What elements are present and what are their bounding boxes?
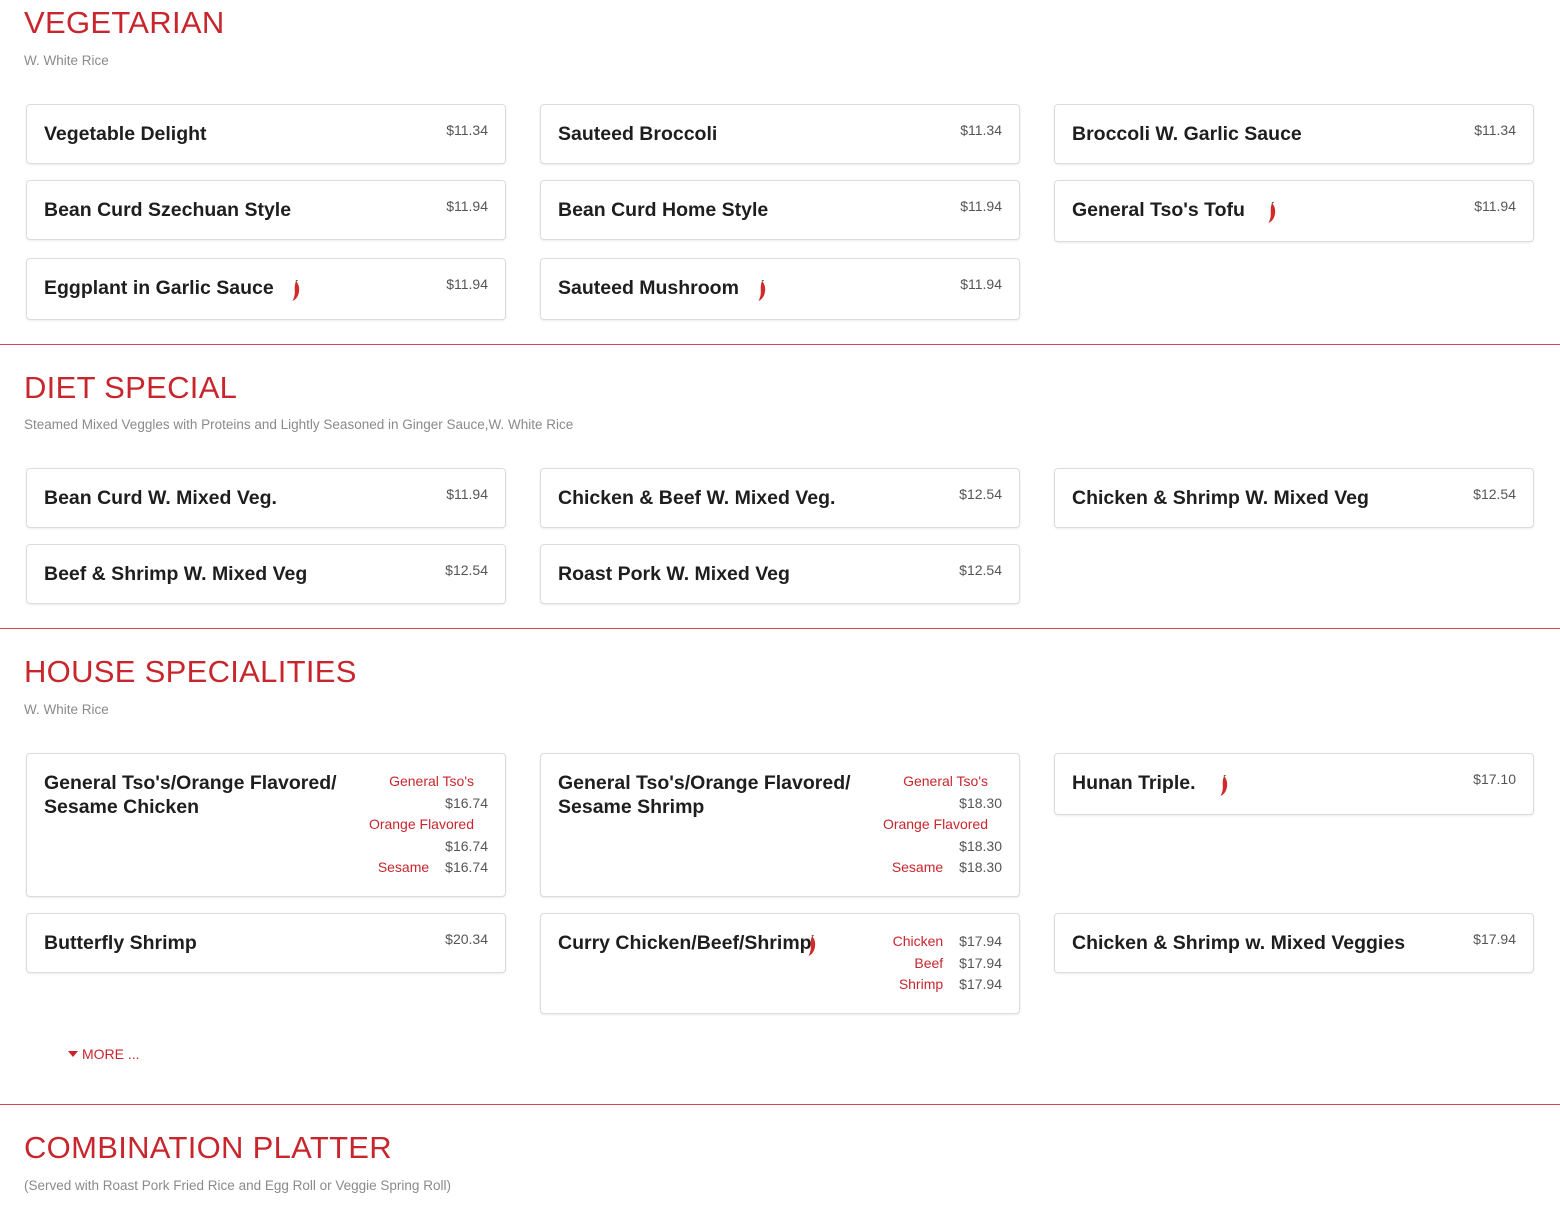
menu-item-card[interactable]: Roast Pork W. Mixed Veg $12.54 bbox=[540, 544, 1020, 604]
item-name: Butterfly Shrimp bbox=[44, 932, 197, 954]
menu-item-card[interactable]: Bean Curd Home Style $11.94 bbox=[540, 180, 1020, 240]
item-price: $11.94 bbox=[1474, 198, 1516, 214]
menu-item-card[interactable]: Hunan Triple. $17.10 bbox=[1054, 753, 1534, 815]
item-price: $11.94 bbox=[960, 198, 1002, 214]
item-name: Vegetable Delight bbox=[44, 123, 207, 145]
item-name: Chicken & Shrimp w. Mixed Veggies bbox=[1072, 932, 1406, 954]
item-price: $11.34 bbox=[446, 122, 488, 138]
menu-item-card[interactable]: Bean Curd Szechuan Style $11.94 bbox=[26, 180, 506, 240]
chili-pepper-icon bbox=[1266, 202, 1280, 224]
menu-item-card[interactable]: General Tso's Tofu $11.94 bbox=[1054, 180, 1534, 242]
option-price: $16.74 bbox=[445, 859, 488, 875]
section-house-specialities: HOUSE SPECIALITIES W. White Rice General… bbox=[0, 629, 1560, 1104]
section-vegetarian: VEGETARIAN W. White Rice Vegetable Delig… bbox=[0, 0, 1560, 344]
option-price: $17.94 bbox=[959, 976, 1002, 992]
menu-item-card[interactable]: General Tso's/Orange Flavored/ Sesame Ch… bbox=[26, 753, 506, 897]
chili-pepper-icon bbox=[806, 935, 820, 957]
option-label: Orange Flavored bbox=[368, 816, 474, 832]
item-price: $17.94 bbox=[1473, 931, 1516, 947]
item-price: $12.54 bbox=[959, 562, 1002, 578]
option-label: Shrimp bbox=[898, 976, 944, 992]
item-name: Broccoli W. Garlic Sauce bbox=[1072, 123, 1302, 145]
item-price: $11.94 bbox=[446, 276, 488, 292]
chili-pepper-icon bbox=[290, 280, 304, 302]
option-label: General Tso's bbox=[903, 773, 988, 789]
option-label: Orange Flavored bbox=[882, 816, 988, 832]
section-combination-platter: COMBINATION PLATTER (Served with Roast P… bbox=[0, 1105, 1560, 1221]
chili-pepper-icon bbox=[756, 280, 770, 302]
menu-item-card[interactable]: Vegetable Delight $11.34 bbox=[26, 104, 506, 164]
section-title: HOUSE SPECIALITIES bbox=[24, 654, 357, 689]
section-title: VEGETARIAN bbox=[24, 5, 225, 40]
item-name: Chicken & Shrimp W. Mixed Veg bbox=[1072, 487, 1369, 509]
option-price: $18.30 bbox=[959, 794, 1002, 811]
price-options: Chicken $17.94 Beef $17.94 Shrimp $17.94 bbox=[893, 931, 1002, 996]
section-title: DIET SPECIAL bbox=[24, 370, 238, 405]
option-price: $18.30 bbox=[959, 859, 1002, 875]
more-label: MORE ... bbox=[82, 1046, 140, 1062]
menu-item-card[interactable]: Eggplant in Garlic Sauce $11.94 bbox=[26, 258, 506, 320]
item-name: Roast Pork W. Mixed Veg bbox=[558, 563, 790, 585]
menu-item-card[interactable]: Butterfly Shrimp $20.34 bbox=[26, 913, 506, 973]
section-diet-special: DIET SPECIAL Steamed Mixed Veggles with … bbox=[0, 345, 1560, 628]
menu-item-card[interactable]: Sauteed Broccoli $11.34 bbox=[540, 104, 1020, 164]
menu-item-card[interactable]: Sauteed Mushroom $11.94 bbox=[540, 258, 1020, 320]
option-label: General Tso's bbox=[389, 773, 474, 789]
option-price: $18.30 bbox=[959, 837, 1002, 854]
item-price: $12.54 bbox=[1473, 486, 1516, 502]
item-name: General Tso's/Orange Flavored/ Sesame Ch… bbox=[44, 772, 337, 818]
item-price: $11.94 bbox=[446, 486, 488, 502]
item-price: $11.34 bbox=[960, 122, 1002, 138]
menu-item-card[interactable]: Chicken & Beef W. Mixed Veg. $12.54 bbox=[540, 468, 1020, 528]
item-price: $17.10 bbox=[1473, 771, 1516, 787]
item-name: Eggplant in Garlic Sauce bbox=[44, 277, 274, 299]
menu-item-card[interactable]: Chicken & Shrimp W. Mixed Veg $12.54 bbox=[1054, 468, 1534, 528]
option-price: $16.74 bbox=[445, 837, 488, 854]
item-name: Sauteed Mushroom bbox=[558, 277, 739, 299]
item-name: General Tso's Tofu bbox=[1072, 199, 1245, 221]
menu-item-card[interactable]: Broccoli W. Garlic Sauce $11.34 bbox=[1054, 104, 1534, 164]
item-price: $12.54 bbox=[959, 486, 1002, 502]
item-name: Sauteed Broccoli bbox=[558, 123, 718, 145]
option-label: Sesame bbox=[891, 859, 944, 875]
menu-item-card[interactable]: Chicken & Shrimp w. Mixed Veggies $17.94 bbox=[1054, 913, 1534, 973]
section-subtitle: W. White Rice bbox=[24, 53, 109, 68]
item-name: Bean Curd W. Mixed Veg. bbox=[44, 487, 277, 509]
item-price: $11.94 bbox=[960, 276, 1002, 292]
option-label: Beef bbox=[914, 954, 944, 971]
item-price: $11.34 bbox=[1474, 122, 1516, 138]
section-subtitle: W. White Rice bbox=[24, 702, 109, 717]
item-price: $20.34 bbox=[445, 931, 488, 947]
section-subtitle: Steamed Mixed Veggles with Proteins and … bbox=[24, 417, 574, 432]
item-name: General Tso's/Orange Flavored/ Sesame Sh… bbox=[558, 772, 851, 818]
item-name: Hunan Triple. bbox=[1072, 772, 1196, 794]
item-name: Beef & Shrimp W. Mixed Veg bbox=[44, 563, 308, 585]
item-name: Bean Curd Home Style bbox=[558, 199, 769, 221]
chili-pepper-icon bbox=[1218, 775, 1232, 797]
menu-item-card[interactable]: General Tso's/Orange Flavored/ Sesame Sh… bbox=[540, 753, 1020, 897]
item-name: Bean Curd Szechuan Style bbox=[44, 199, 292, 221]
item-price: $12.54 bbox=[445, 562, 488, 578]
menu-item-card[interactable]: Beef & Shrimp W. Mixed Veg $12.54 bbox=[26, 544, 506, 604]
menu-item-card[interactable]: Bean Curd W. Mixed Veg. $11.94 bbox=[26, 468, 506, 528]
option-price: $16.74 bbox=[445, 794, 488, 811]
price-options: General Tso's $18.30 Orange Flavored $18… bbox=[883, 771, 1002, 879]
item-name: Chicken & Beef W. Mixed Veg. bbox=[558, 487, 836, 509]
item-price: $11.94 bbox=[446, 198, 488, 214]
option-price: $17.94 bbox=[959, 933, 1002, 949]
option-price: $17.94 bbox=[959, 954, 1002, 971]
menu-item-card[interactable]: Curry Chicken/Beef/Shrimp Chicken $17.94 … bbox=[540, 913, 1020, 1014]
section-title: COMBINATION PLATTER bbox=[24, 1130, 392, 1165]
section-subtitle: (Served with Roast Pork Fried Rice and E… bbox=[24, 1178, 451, 1193]
option-label: Chicken bbox=[892, 933, 944, 949]
price-options: General Tso's $16.74 Orange Flavored $16… bbox=[369, 771, 488, 879]
more-button[interactable]: MORE ... bbox=[68, 1046, 140, 1062]
item-name: Curry Chicken/Beef/Shrimp bbox=[558, 932, 812, 954]
option-label: Sesame bbox=[377, 859, 430, 875]
caret-down-icon bbox=[68, 1051, 78, 1057]
